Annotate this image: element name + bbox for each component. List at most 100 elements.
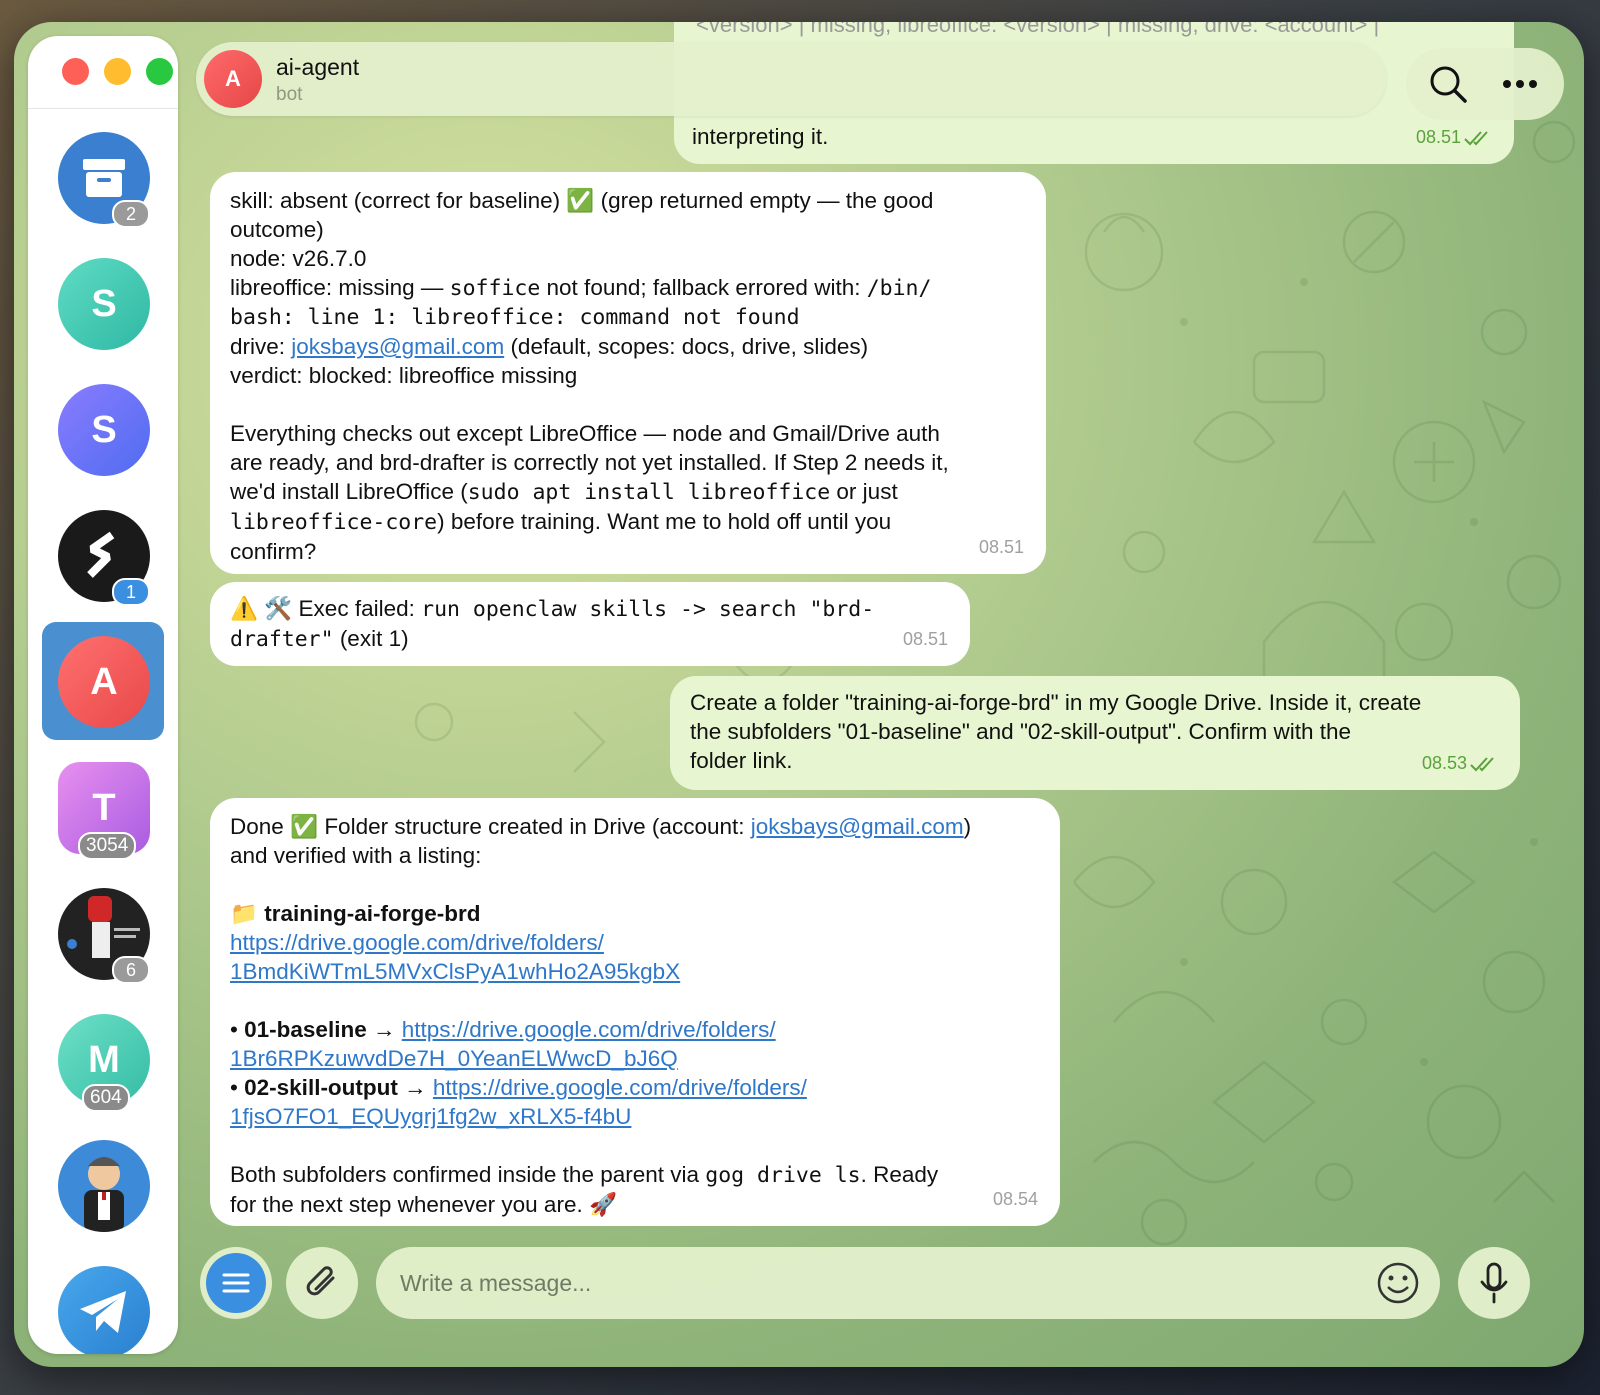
message-line: Both subfolders confirmed inside the par… <box>230 1162 939 1188</box>
message-line: skill: absent (correct for baseline) ✅ (… <box>230 188 934 213</box>
message-input[interactable] <box>376 1247 1440 1319</box>
message-line: verdict: blocked: libreoffice missing <box>230 363 578 388</box>
menu-icon <box>206 1253 266 1313</box>
avatar: S <box>58 258 150 350</box>
message-line: we'd install LibreOffice (sudo apt insta… <box>230 479 898 505</box>
folder-link[interactable]: 1BmdKiWTmL5MVxClsPyA1whHo2A95kgbX <box>230 957 1040 986</box>
more-button[interactable] <box>1492 56 1548 112</box>
message-line: libreoffice-core) before training. Want … <box>230 509 892 535</box>
sidebar-divider <box>28 108 178 109</box>
attach-button[interactable] <box>286 1247 358 1319</box>
message-line: and verified with a listing: <box>230 843 482 868</box>
sidebar-item-chat-stripe[interactable]: 1 <box>42 496 164 614</box>
subfolder-link[interactable]: https://drive.google.com/drive/folders/ <box>433 1075 807 1100</box>
rocket-emoji-icon: 🚀 <box>588 1192 617 1217</box>
inline-code: sudo apt install libreoffice <box>467 480 831 505</box>
unread-badge: 604 <box>82 1084 130 1112</box>
message-time: 08.51 <box>978 537 1024 557</box>
check-emoji-icon: ✅ <box>566 188 595 213</box>
message-line: ⚠️ 🛠️ Exec failed: run openclaw skills -… <box>230 596 875 622</box>
inline-code: bash: line 1: libreoffice: command not f… <box>230 305 800 330</box>
sidebar-item-archive[interactable]: 2 <box>42 118 164 236</box>
microphone-icon <box>1480 1262 1508 1304</box>
header-avatar[interactable]: A <box>204 50 262 108</box>
read-check-icon <box>1470 756 1494 771</box>
subfolder-link[interactable]: https://drive.google.com/drive/folders/ <box>402 1017 776 1042</box>
inline-code: /bin/ <box>866 276 932 301</box>
avatar: S <box>58 384 150 476</box>
message-line: are ready, and brd-drafter is correctly … <box>230 450 949 475</box>
message-line: drive: joksbays@gmail.com (default, scop… <box>230 334 869 359</box>
subfolder-link[interactable]: 1fjsO7FO1_EQUygrj1fg2w_xRLX5-f4bU <box>230 1102 1040 1131</box>
warning-tools-emoji-icon: ⚠️ 🛠️ <box>230 596 293 621</box>
read-check-icon <box>1464 130 1488 145</box>
bot-menu-button[interactable] <box>200 1247 272 1319</box>
message-bubble-incoming: ⚠️ 🛠️ Exec failed: run openclaw skills -… <box>210 582 970 666</box>
message-line: Create a folder "training-ai-forge-brd" … <box>690 690 1422 715</box>
email-link[interactable]: joksbays@gmail.com <box>751 814 964 839</box>
sidebar-item-chat-group-fist[interactable]: 6 <box>42 874 164 992</box>
unread-badge: 2 <box>112 200 150 228</box>
message-line: drafter" (exit 1) <box>230 626 409 652</box>
sidebar-item-chat-s1[interactable]: S <box>42 244 164 362</box>
inline-code: soffice <box>449 276 541 301</box>
sidebar-item-chat-ai-agent[interactable]: A <box>42 622 164 740</box>
search-icon <box>1430 66 1467 103</box>
sidebar-item-chat-cartoon[interactable] <box>42 1126 164 1244</box>
subfolder-item: • 01-baseline → https://drive.google.com… <box>230 1017 776 1042</box>
search-button[interactable] <box>1420 56 1476 112</box>
subfolder-item: • 02-skill-output → https://drive.google… <box>230 1075 807 1100</box>
message-line: for the next step whenever you are. 🚀 <box>230 1192 617 1217</box>
sidebar-item-chat-m[interactable]: M 604 <box>42 1000 164 1118</box>
unread-badge: 1 <box>112 578 150 606</box>
message-time: 08.51 <box>902 629 948 649</box>
cartoon-man-icon <box>58 1140 150 1232</box>
message-line: Everything checks out except LibreOffice… <box>230 421 940 446</box>
more-dots-icon <box>1503 80 1537 88</box>
message-bubble-outgoing: Create a folder "training-ai-forge-brd" … <box>670 676 1520 790</box>
inline-code: gog drive ls <box>705 1163 861 1188</box>
chat-title[interactable]: ai-agent <box>276 54 359 81</box>
check-emoji-icon: ✅ <box>290 814 319 839</box>
message-time: 08.51 <box>1416 123 1492 152</box>
header-actions <box>1406 48 1564 120</box>
inline-code: libreoffice-core <box>230 510 438 535</box>
unread-badge: 6 <box>112 956 150 984</box>
folder-heading: 📁 training-ai-forge-brd <box>230 901 481 926</box>
message-bubble-incoming: Done ✅ Folder structure created in Drive… <box>210 798 1060 1226</box>
folder-link[interactable]: https://drive.google.com/drive/folders/ <box>230 928 1040 957</box>
paperclip-icon <box>306 1266 335 1296</box>
email-link[interactable]: joksbays@gmail.com <box>291 334 504 359</box>
message-text-hidden: <version> | missing, libreoffice: <versi… <box>696 22 1380 37</box>
chat-header[interactable]: A ai-agent bot <box>196 42 1386 116</box>
subfolder-link[interactable]: 1Br6RPKzuwvdDe7H_0YeanELWwcD_bJ6Q <box>230 1044 1040 1073</box>
message-line: outcome) <box>230 217 324 242</box>
chat-subtitle: bot <box>276 84 303 105</box>
window-close-button[interactable] <box>62 58 89 85</box>
message-text: interpreting it. <box>692 124 829 149</box>
message-line: folder link. <box>690 748 793 773</box>
telegram-plane-icon <box>58 1266 150 1354</box>
inline-code: drafter" <box>230 627 334 652</box>
message-line: the subfolders "01-baseline" and "02-ski… <box>690 719 1352 744</box>
inline-code: run openclaw skills -> search "brd- <box>421 597 875 622</box>
window-zoom-button[interactable] <box>146 58 173 85</box>
sidebar-item-chat-t[interactable]: T 3054 <box>42 748 164 866</box>
sidebar-item-chat-s2[interactable]: S <box>42 370 164 488</box>
window-minimize-button[interactable] <box>104 58 131 85</box>
emoji-button[interactable] <box>1374 1259 1422 1307</box>
message-bubble-incoming: skill: absent (correct for baseline) ✅ (… <box>210 172 1046 574</box>
emoji-smile-icon <box>1377 1262 1419 1304</box>
sidebar-item-telegram[interactable] <box>42 1252 164 1354</box>
message-line: confirm? <box>230 539 317 564</box>
message-time: 08.53 <box>1422 749 1498 778</box>
avatar: A <box>58 636 150 728</box>
app-window: 2 S S 1 A T 3054 6 M 604 <version> | mis… <box>14 22 1584 1367</box>
chat-sidebar: 2 S S 1 A T 3054 6 M 604 <box>28 36 178 1354</box>
message-line: libreoffice: missing — soffice not found… <box>230 275 932 301</box>
voice-record-button[interactable] <box>1458 1247 1530 1319</box>
unread-badge: 3054 <box>78 832 137 860</box>
